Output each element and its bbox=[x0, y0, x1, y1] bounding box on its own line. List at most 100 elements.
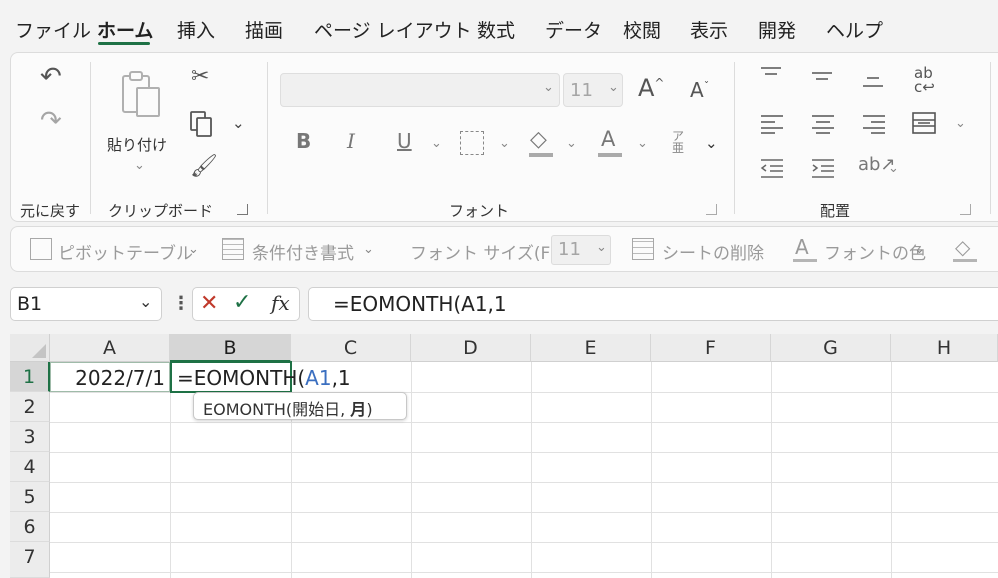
more-options-icon[interactable]: ⋮ bbox=[172, 293, 190, 314]
phonetic-icon[interactable]: ア亜 bbox=[672, 130, 684, 154]
align-bottom-icon[interactable] bbox=[862, 74, 884, 94]
undo-icon[interactable]: ↶ bbox=[40, 64, 62, 90]
font-color-button[interactable]: フォントの色 bbox=[824, 239, 926, 264]
orientation-dropdown-icon[interactable]: ⌄ bbox=[888, 161, 899, 176]
tab-view[interactable]: 表示 bbox=[690, 16, 728, 43]
borders-dropdown-icon[interactable]: ⌄ bbox=[499, 136, 510, 151]
delete-sheet-icon[interactable] bbox=[632, 238, 654, 260]
insert-function-icon[interactable]: fx bbox=[271, 291, 290, 315]
tab-review[interactable]: 校閲 bbox=[623, 16, 661, 43]
gridline bbox=[50, 452, 998, 453]
column-header[interactable]: C bbox=[291, 334, 411, 362]
formula-input[interactable]: =EOMONTH(A1,1 bbox=[308, 287, 998, 321]
enter-icon[interactable]: ✓ bbox=[233, 290, 251, 315]
borders-icon[interactable] bbox=[460, 131, 484, 155]
column-header[interactable]: E bbox=[531, 334, 651, 362]
merge-dropdown-icon[interactable]: ⌄ bbox=[955, 116, 966, 131]
align-left-icon[interactable] bbox=[760, 114, 784, 138]
chevron-down-icon[interactable]: ⌄ bbox=[363, 242, 374, 257]
column-header[interactable]: A bbox=[50, 334, 170, 362]
paste-dropdown-icon[interactable]: ⌄ bbox=[134, 158, 145, 173]
fill-color-dropdown-icon[interactable]: ⌄ bbox=[566, 136, 577, 151]
tab-insert[interactable]: 挿入 bbox=[177, 16, 215, 43]
gridline bbox=[50, 572, 998, 573]
font-color-icon[interactable]: A bbox=[795, 235, 809, 259]
tab-page-layout[interactable]: ページ レイアウト bbox=[314, 16, 472, 43]
row-header[interactable]: 5 bbox=[10, 482, 50, 512]
fill-color-icon[interactable]: ◇ bbox=[955, 235, 970, 259]
font-size-select[interactable]: 11 ⌄ bbox=[563, 73, 623, 107]
align-center-icon[interactable] bbox=[811, 114, 835, 138]
paste-label[interactable]: 貼り付け bbox=[107, 134, 167, 155]
fill-color-icon[interactable]: ◇ bbox=[530, 129, 547, 151]
name-box[interactable]: B1 ⌄ bbox=[10, 287, 162, 321]
align-right-icon[interactable] bbox=[862, 114, 886, 138]
tab-formulas[interactable]: 数式 bbox=[477, 16, 515, 43]
select-all-button[interactable] bbox=[10, 334, 50, 362]
quick-font-size-select[interactable]: 11 ⌄ bbox=[551, 235, 611, 265]
row-header[interactable]: 1 bbox=[10, 362, 50, 392]
clipboard-group-label: クリップボード bbox=[108, 202, 214, 220]
tab-file[interactable]: ファイル bbox=[15, 16, 91, 43]
copy-icon[interactable] bbox=[189, 110, 215, 138]
row-header[interactable]: 6 bbox=[10, 512, 50, 542]
pivot-table-icon[interactable] bbox=[30, 238, 52, 260]
paste-icon[interactable] bbox=[119, 68, 163, 118]
gridline bbox=[50, 422, 998, 423]
column-header[interactable]: B bbox=[170, 334, 291, 362]
function-tooltip[interactable]: EOMONTH(開始日, 月) bbox=[193, 392, 407, 420]
font-color-dropdown-icon[interactable]: ⌄ bbox=[637, 136, 648, 151]
cell-b1-editing[interactable]: =EOMONTH(A1,1 bbox=[170, 361, 351, 393]
wrap-text-icon[interactable]: ab c↩ bbox=[914, 66, 935, 95]
row-header[interactable]: 7 bbox=[10, 542, 50, 578]
tab-draw[interactable]: 描画 bbox=[245, 16, 283, 43]
pivot-table-button[interactable]: ピボットテーブル bbox=[58, 239, 193, 264]
conditional-format-button[interactable]: 条件付き書式 bbox=[252, 239, 354, 264]
row-header[interactable]: 2 bbox=[10, 392, 50, 422]
clipboard-launcher-icon[interactable] bbox=[237, 204, 248, 215]
column-header[interactable]: D bbox=[411, 334, 531, 362]
formula-text: ,1 bbox=[331, 366, 351, 390]
font-launcher-icon[interactable] bbox=[706, 204, 717, 215]
column-header[interactable]: F bbox=[651, 334, 771, 362]
underline-dropdown-icon[interactable]: ⌄ bbox=[431, 136, 442, 151]
tab-developer[interactable]: 開発 bbox=[758, 16, 796, 43]
fill-color-bar bbox=[529, 153, 553, 157]
row-header[interactable]: 3 bbox=[10, 422, 50, 452]
redo-icon[interactable]: ↷ bbox=[40, 108, 62, 134]
align-top-icon[interactable] bbox=[760, 66, 782, 86]
gridline bbox=[50, 512, 998, 513]
align-middle-icon[interactable] bbox=[811, 70, 833, 90]
grow-font-icon[interactable]: A^ bbox=[638, 76, 664, 100]
font-family-select[interactable]: ⌄ bbox=[280, 73, 560, 107]
delete-sheet-button[interactable]: シートの削除 bbox=[662, 239, 764, 264]
decrease-indent-icon[interactable] bbox=[760, 158, 784, 182]
tab-data[interactable]: データ bbox=[545, 16, 602, 43]
copy-dropdown-icon[interactable]: ⌄ bbox=[232, 114, 245, 132]
phonetic-dropdown-icon[interactable]: ⌄ bbox=[705, 134, 718, 152]
row-header[interactable]: 4 bbox=[10, 452, 50, 482]
cell-a1[interactable]: 2022/7/1 bbox=[50, 362, 170, 392]
underline-icon[interactable]: U bbox=[397, 131, 412, 151]
chevron-down-icon[interactable]: ⌄ bbox=[914, 242, 925, 257]
shrink-font-icon[interactable]: Aˇ bbox=[690, 80, 709, 100]
column-header[interactable]: H bbox=[891, 334, 998, 362]
alignment-launcher-icon[interactable] bbox=[960, 204, 971, 215]
merge-center-icon[interactable] bbox=[912, 112, 936, 138]
conditional-format-icon[interactable] bbox=[222, 238, 244, 260]
format-painter-icon[interactable]: 🖌 bbox=[190, 156, 218, 178]
tab-home[interactable]: ホーム bbox=[97, 16, 153, 43]
italic-icon[interactable]: I bbox=[347, 131, 355, 151]
increase-indent-icon[interactable] bbox=[811, 158, 835, 182]
chevron-down-icon[interactable]: ⌄ bbox=[139, 292, 152, 311]
tab-help[interactable]: ヘルプ bbox=[826, 16, 883, 43]
cut-icon[interactable]: ✂ bbox=[191, 66, 209, 88]
name-box-value: B1 bbox=[17, 293, 43, 315]
column-header[interactable]: G bbox=[771, 334, 891, 362]
cancel-icon[interactable]: ✕ bbox=[200, 291, 218, 316]
divider bbox=[267, 62, 268, 214]
font-group-label: フォント bbox=[449, 202, 510, 220]
chevron-down-icon[interactable]: ⌄ bbox=[188, 242, 199, 257]
bold-icon[interactable]: B bbox=[296, 131, 311, 151]
font-color-icon[interactable]: A bbox=[601, 129, 615, 150]
